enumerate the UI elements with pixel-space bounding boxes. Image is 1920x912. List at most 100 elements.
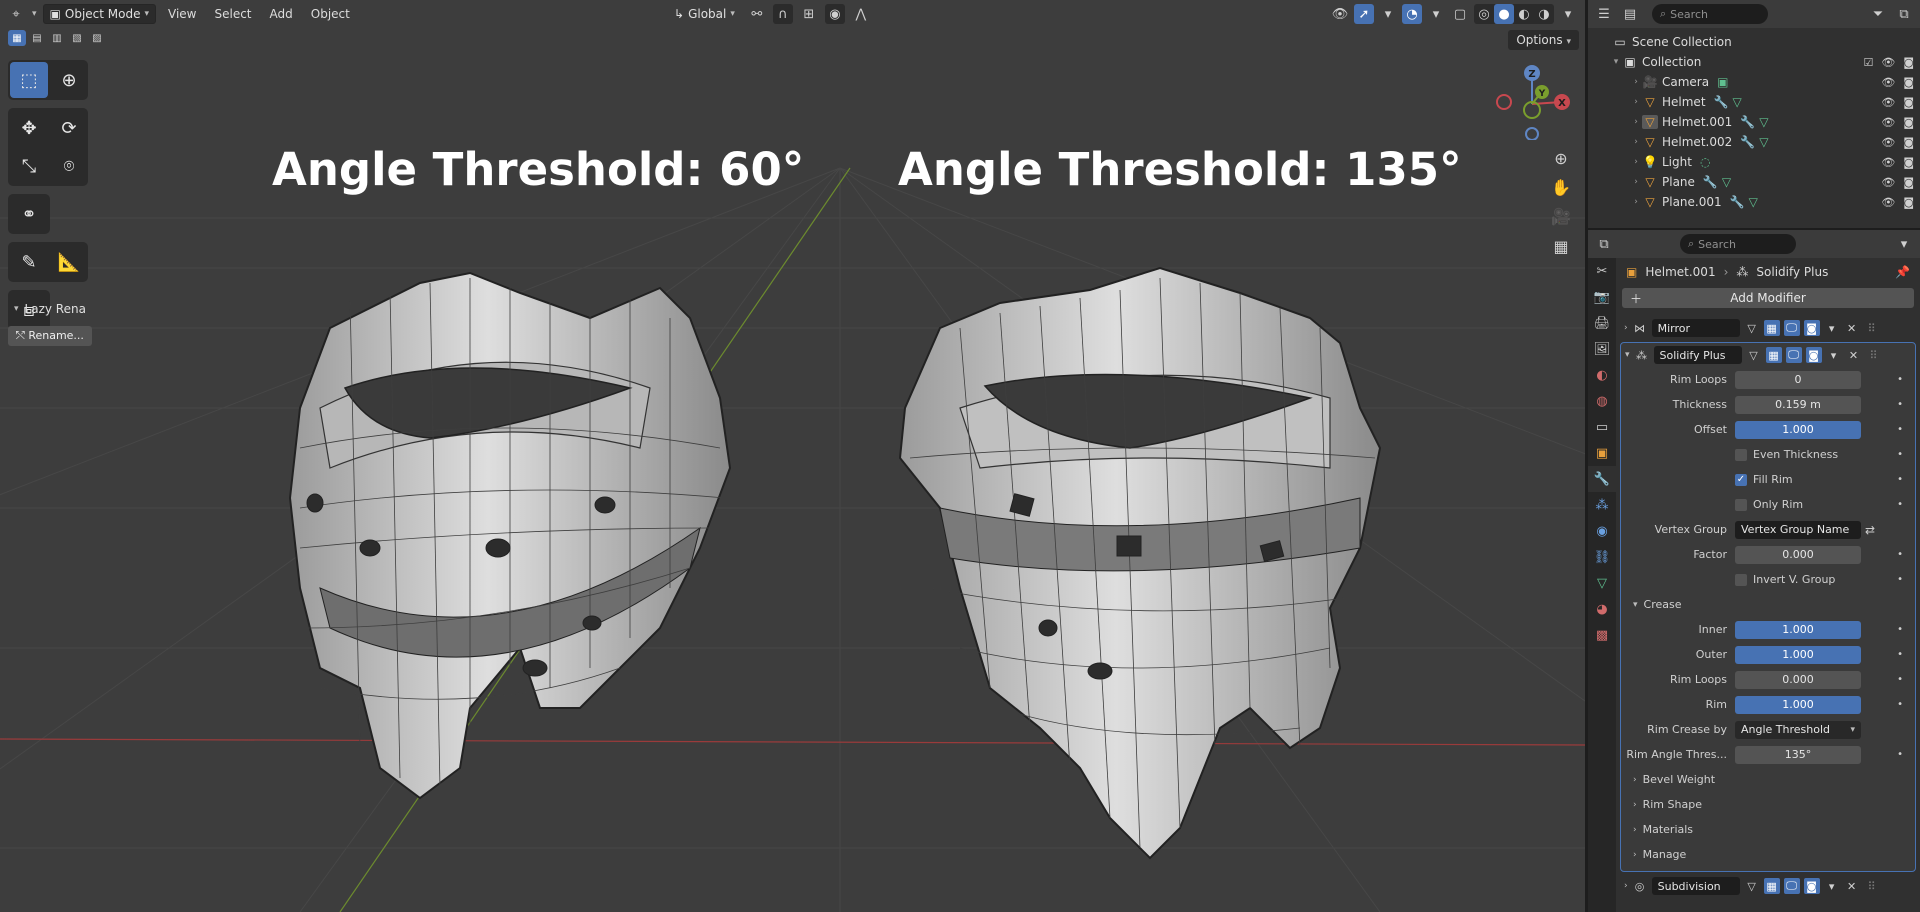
rendered-shading-icon[interactable]: ◑ <box>1534 4 1554 24</box>
overlays-icon[interactable]: ◔ <box>1402 4 1422 24</box>
drag-handle-icon[interactable]: ⠿ <box>1866 347 1882 363</box>
select-subtract-icon[interactable]: ▥ <box>48 30 66 46</box>
render-tab-icon[interactable]: 📷 <box>1588 284 1616 310</box>
keyframe-dot-icon[interactable]: • <box>1897 424 1903 435</box>
gizmo-neg-y[interactable] <box>1523 101 1541 119</box>
chevron-right-icon[interactable]: › <box>1630 117 1642 127</box>
viewport-display-icon[interactable]: 🖵 <box>1785 347 1802 363</box>
eye-icon[interactable]: 👁 <box>1881 156 1895 169</box>
select-invert-icon[interactable]: ▧ <box>68 30 86 46</box>
select-intersect-icon[interactable]: ▨ <box>88 30 106 46</box>
close-icon[interactable]: ✕ <box>1844 320 1860 336</box>
snap-icon[interactable]: ∩ <box>772 4 793 24</box>
chevron-down-icon[interactable]: ▾ <box>1824 878 1840 894</box>
rim-shape-section[interactable]: › Rim Shape <box>1621 792 1915 817</box>
editmode-icon[interactable]: ▽ <box>1744 878 1760 894</box>
move-tool-icon[interactable]: ✥ <box>10 110 48 146</box>
fill-rim-checkbox[interactable]: ✓ Fill Rim <box>1735 473 1793 486</box>
invert-toggle-icon[interactable]: ⇄ <box>1865 523 1875 537</box>
eye-icon[interactable]: 👁 <box>1881 116 1895 129</box>
manage-section[interactable]: › Manage <box>1621 842 1915 867</box>
display-mode-icon[interactable]: ▤ <box>1620 4 1640 24</box>
editor-type-icon[interactable]: ⌖ <box>6 4 26 24</box>
subdivision-name-field[interactable]: Subdivision <box>1651 877 1740 895</box>
factor-field[interactable]: 0.000 <box>1735 545 1861 564</box>
rename-button[interactable]: ⤲ Rename... <box>8 326 92 346</box>
chevron-down-icon[interactable]: ▾ <box>1625 350 1630 360</box>
eye-icon[interactable]: 👁 <box>1881 96 1895 109</box>
material-shading-icon[interactable]: ◐ <box>1514 4 1534 24</box>
offset-field[interactable]: 1.000 <box>1735 420 1861 439</box>
solidify-modifier-header[interactable]: ▾ ⁂ Solidify Plus ▽ ▦ 🖵 ◙ ▾ ✕ ⠿ <box>1621 343 1915 367</box>
rim-loops-field[interactable]: 0 <box>1735 370 1861 389</box>
chevron-right-icon[interactable]: › <box>1630 157 1642 167</box>
keyframe-dot-icon[interactable]: • <box>1897 549 1903 560</box>
snap-target-icon[interactable]: ⊞ <box>799 4 819 24</box>
world-tab-icon[interactable]: ◍ <box>1588 388 1616 414</box>
menu-select[interactable]: Select <box>208 7 257 21</box>
camera-icon[interactable]: ◙ <box>1903 156 1914 169</box>
zoom-icon[interactable]: ⊕ <box>1548 145 1574 171</box>
collection-row[interactable]: ▾ ▣ Collection ☑ 👁 ◙ <box>1588 52 1920 72</box>
transform-tool-icon[interactable]: ⌾ <box>50 148 88 184</box>
mode-dropdown[interactable]: ▣ Object Mode ▾ <box>42 4 156 24</box>
camera-icon[interactable]: ◙ <box>1903 116 1914 129</box>
camera-icon[interactable]: ◙ <box>1903 136 1914 149</box>
modifier-tab-icon[interactable]: 🔧 <box>1588 466 1616 492</box>
chevron-right-icon[interactable]: › <box>1624 323 1628 333</box>
rim-field[interactable]: 1.000 <box>1735 695 1861 714</box>
crease-rim-loops-field[interactable]: 0.000 <box>1735 670 1861 689</box>
menu-view[interactable]: View <box>162 7 202 21</box>
mirror-modifier-header[interactable]: › ⋈ Mirror ▽ ▦ 🖵 ◙ ▾ ✕ ⠿ <box>1620 316 1916 340</box>
close-icon[interactable]: ✕ <box>1846 347 1862 363</box>
outliner-item-plane[interactable]: › ▽ Plane 🔧 ▽ 👁 ◙ <box>1588 172 1920 192</box>
keyframe-dot-icon[interactable]: • <box>1897 649 1903 660</box>
scale-tool-icon[interactable]: ⤡ <box>10 148 48 184</box>
cage-icon[interactable]: ▦ <box>1765 347 1782 363</box>
keyframe-dot-icon[interactable]: • <box>1897 574 1903 585</box>
keyframe-dot-icon[interactable]: • <box>1897 374 1903 385</box>
scene-collection-row[interactable]: ▭ Scene Collection <box>1588 32 1920 52</box>
collection-tab-icon[interactable]: ▭ <box>1588 414 1616 440</box>
rim-angle-field[interactable]: 135° <box>1735 745 1861 764</box>
cage-icon[interactable]: ▦ <box>1763 320 1780 336</box>
render-display-icon[interactable]: ◙ <box>1803 878 1820 894</box>
falloff-icon[interactable]: ⋀ <box>851 4 871 24</box>
outer-field[interactable]: 1.000 <box>1735 645 1861 664</box>
pin-icon[interactable]: 📌 <box>1895 265 1910 279</box>
draw-tool-icon[interactable]: ✎ <box>10 244 48 280</box>
gizmo-neg-z[interactable] <box>1525 127 1539 140</box>
drag-handle-icon[interactable]: ⠿ <box>1864 320 1880 336</box>
chevron-down-icon[interactable]: ▾ <box>1426 4 1446 24</box>
keyframe-dot-icon[interactable]: • <box>1897 624 1903 635</box>
keyframe-dot-icon[interactable]: • <box>1897 749 1903 760</box>
visibility-icon[interactable]: 👁 <box>1330 4 1350 24</box>
camera-view-icon[interactable]: 🎥 <box>1548 203 1574 229</box>
measure-tool-icon[interactable]: 📐 <box>50 244 88 280</box>
chevron-down-icon[interactable]: ▾ <box>1558 4 1578 24</box>
select-extend-icon[interactable]: ▤ <box>28 30 46 46</box>
invert-v-group-checkbox[interactable]: Invert V. Group <box>1735 573 1835 586</box>
texture-tab-icon[interactable]: ▩ <box>1588 622 1616 648</box>
camera-icon[interactable]: ◙ <box>1903 76 1914 89</box>
thickness-field[interactable]: 0.159 m <box>1735 395 1861 414</box>
properties-search-input[interactable]: ⌕ Search <box>1680 234 1796 254</box>
chevron-down-icon[interactable]: ▾ <box>1378 4 1398 24</box>
gizmo-icon[interactable]: ➚ <box>1354 4 1374 24</box>
object-tab-icon[interactable]: ▣ <box>1588 440 1616 466</box>
wireframe-shading-icon[interactable]: ◎ <box>1474 4 1494 24</box>
editmode-icon[interactable]: ▽ <box>1746 347 1762 363</box>
outliner-item-plane-001[interactable]: › ▽ Plane.001 🔧 ▽ 👁 ◙ <box>1588 192 1920 212</box>
render-display-icon[interactable]: ◙ <box>1805 347 1822 363</box>
rim-crease-by-dropdown[interactable]: Angle Threshold ▾ <box>1735 720 1861 739</box>
chevron-down-icon[interactable]: ▾ <box>1824 320 1840 336</box>
crease-section-header[interactable]: ▾ Crease <box>1621 592 1915 617</box>
constraints-tab-icon[interactable]: ⛓ <box>1588 544 1616 570</box>
solidify-name-field[interactable]: Solidify Plus <box>1653 346 1742 364</box>
eye-icon[interactable]: 👁 <box>1881 176 1895 189</box>
bevel-weight-section[interactable]: › Bevel Weight <box>1621 767 1915 792</box>
data-tab-icon[interactable]: ▽ <box>1588 570 1616 596</box>
eye-icon[interactable]: 👁 <box>1881 76 1895 89</box>
annotate-tool-icon[interactable]: ⚭ <box>10 196 48 232</box>
chevron-right-icon[interactable]: › <box>1630 137 1642 147</box>
